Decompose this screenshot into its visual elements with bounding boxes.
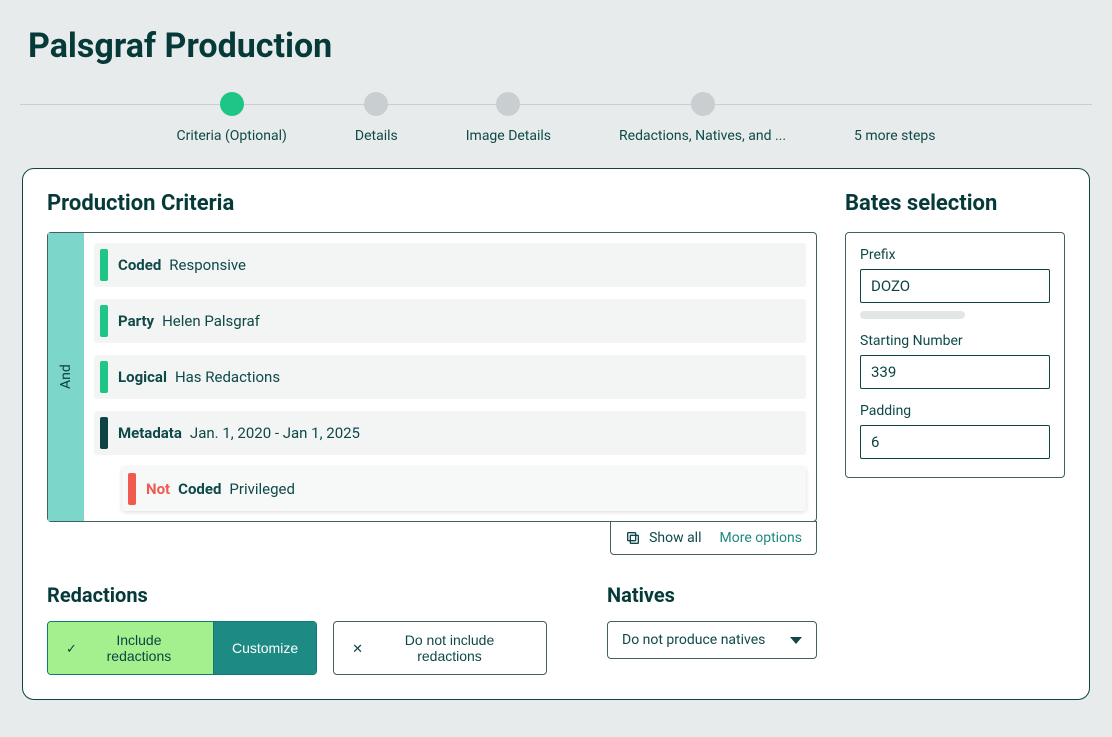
criteria-value: Responsive (169, 256, 246, 274)
bates-prefix-input[interactable] (860, 269, 1050, 303)
criteria-heading: Production Criteria (47, 191, 817, 216)
natives-block: Natives Do not produce natives (607, 583, 817, 675)
main-panel: Production Criteria And Coded Responsive (22, 168, 1090, 700)
step-dot-icon (364, 92, 388, 116)
criteria-value: Jan. 1, 2020 - Jan 1, 2025 (190, 424, 360, 442)
step-redactions-natives[interactable]: Redactions, Natives, and ... (619, 92, 786, 144)
close-icon: ✕ (352, 642, 363, 655)
criteria-row[interactable]: Logical Has Redactions (94, 355, 806, 399)
step-label: Image Details (466, 128, 551, 144)
step-details[interactable]: Details (355, 92, 398, 144)
step-label: 5 more steps (854, 128, 935, 144)
criteria-row[interactable]: Coded Responsive (94, 243, 806, 287)
natives-heading: Natives (607, 583, 817, 607)
criteria-bar-icon (128, 473, 136, 505)
step-dot-icon (496, 92, 520, 116)
bates-starting-field: Starting Number (860, 333, 1050, 389)
more-options-link[interactable]: More options (720, 530, 803, 546)
bates-prefix-label: Prefix (860, 247, 1050, 263)
criteria-bar-icon (100, 305, 108, 337)
step-dot-icon (691, 92, 715, 116)
customize-label: Customize (232, 640, 298, 656)
bates-starting-label: Starting Number (860, 333, 1050, 349)
criteria-bar-icon (100, 417, 108, 449)
criteria-not: Not (146, 480, 170, 498)
exclude-redactions-button[interactable]: ✕ Do not include redactions (333, 621, 547, 675)
bates-prefix-field: Prefix (860, 247, 1050, 319)
criteria-key: Coded (118, 256, 161, 274)
step-more[interactable]: 5 more steps (854, 92, 935, 144)
criteria-key: Party (118, 312, 154, 330)
show-all-label: Show all (649, 530, 701, 546)
step-label: Redactions, Natives, and ... (619, 128, 786, 144)
page-title: Palsgraf Production (0, 0, 1112, 82)
criteria-row-not[interactable]: Not Coded Privileged (122, 467, 806, 511)
bates-padding-label: Padding (860, 403, 1050, 419)
criteria-bar-icon (100, 249, 108, 281)
step-image-details[interactable]: Image Details (466, 92, 551, 144)
copies-icon (625, 530, 641, 546)
redactions-segmented: ✓ Include redactions Customize (47, 621, 317, 675)
bates-padding-input[interactable] (860, 425, 1050, 459)
criteria-builder: And Coded Responsive Party Helen Pals (47, 232, 817, 522)
criteria-value: Has Redactions (175, 368, 280, 386)
criteria-key: Coded (178, 480, 221, 498)
bates-panel: Prefix Starting Number Padding (845, 232, 1065, 478)
criteria-key: Logical (118, 368, 167, 386)
bates-padding-field: Padding (860, 403, 1050, 459)
step-criteria[interactable]: Criteria (Optional) (177, 92, 287, 144)
chevron-down-icon (790, 637, 802, 644)
redactions-heading: Redactions (47, 583, 547, 607)
criteria-row[interactable]: Metadata Jan. 1, 2020 - Jan 1, 2025 (94, 411, 806, 455)
criteria-column: Production Criteria And Coded Responsive (47, 191, 817, 675)
criteria-value: Privileged (229, 480, 295, 498)
criteria-footer: Show all More options (610, 521, 817, 555)
criteria-value: Helen Palsgraf (162, 312, 260, 330)
criteria-bar-icon (100, 361, 108, 393)
natives-select[interactable]: Do not produce natives (607, 621, 817, 659)
show-all-button[interactable]: Show all (625, 530, 701, 546)
step-dot-active-icon (220, 92, 244, 116)
check-icon: ✓ (66, 642, 77, 655)
redactions-block: Redactions ✓ Include redactions Customiz… (47, 583, 547, 675)
include-redactions-label: Include redactions (83, 632, 195, 664)
criteria-row[interactable]: Party Helen Palsgraf (94, 299, 806, 343)
criteria-key: Metadata (118, 424, 182, 442)
step-label: Details (355, 128, 398, 144)
bates-progress-icon (860, 311, 965, 319)
step-label: Criteria (Optional) (177, 128, 287, 144)
criteria-joiner[interactable]: And (48, 233, 84, 521)
bates-heading: Bates selection (845, 191, 1065, 216)
stepper: Criteria (Optional) Details Image Detail… (20, 92, 1092, 144)
bates-starting-input[interactable] (860, 355, 1050, 389)
include-redactions-button[interactable]: ✓ Include redactions (48, 622, 213, 674)
natives-selected-value: Do not produce natives (622, 632, 765, 648)
exclude-redactions-label: Do not include redactions (371, 632, 528, 664)
bates-column: Bates selection Prefix Starting Number P… (845, 191, 1065, 478)
customize-redactions-button[interactable]: Customize (213, 622, 316, 674)
